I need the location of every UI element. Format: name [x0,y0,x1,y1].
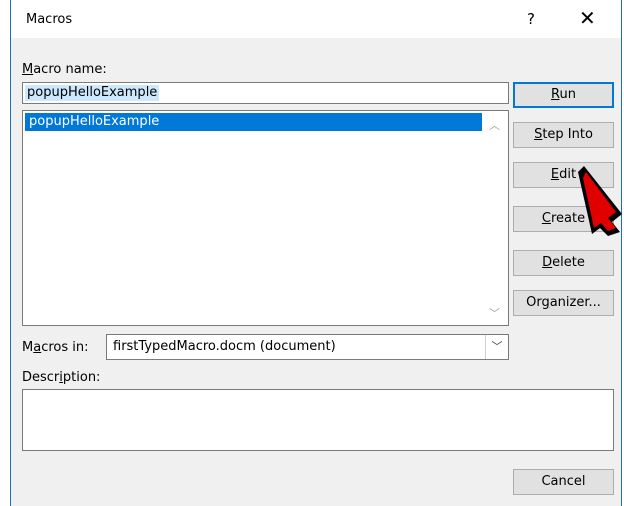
macro-name-value: popupHelloExample [25,85,160,101]
macros-in-value: firstTypedMacro.docm (document) [113,339,336,354]
organizer-button[interactable]: Organizer... [513,290,614,316]
run-button[interactable]: Run [513,82,614,108]
description-label: Description: [22,370,101,385]
close-icon[interactable]: ✕ [579,6,596,30]
macros-dialog: Macros ? ✕ Macro name: popupHelloExample… [10,0,622,506]
macro-list[interactable]: popupHelloExample ︿ ﹀ [22,110,509,326]
scroll-up-icon[interactable]: ︿ [489,117,500,133]
macro-name-label: Macro name: [22,62,107,77]
macros-in-label: Macros in: [22,340,89,355]
delete-button[interactable]: Delete [513,250,614,276]
step-into-button[interactable]: Step Into [513,122,614,148]
title-bar: Macros ? ✕ [11,0,621,38]
macros-in-select[interactable]: firstTypedMacro.docm (document) ﹀ [106,334,509,360]
cancel-button[interactable]: Cancel [513,469,614,495]
macro-name-input[interactable]: popupHelloExample [22,82,509,104]
red-arrow-pointer-icon [578,166,622,236]
window-title: Macros [26,12,73,27]
chevron-down-icon[interactable]: ﹀ [485,335,508,359]
list-item[interactable]: popupHelloExample [25,113,482,131]
help-icon[interactable]: ? [527,10,535,28]
scroll-down-icon[interactable]: ﹀ [489,305,500,321]
description-box [22,389,614,451]
